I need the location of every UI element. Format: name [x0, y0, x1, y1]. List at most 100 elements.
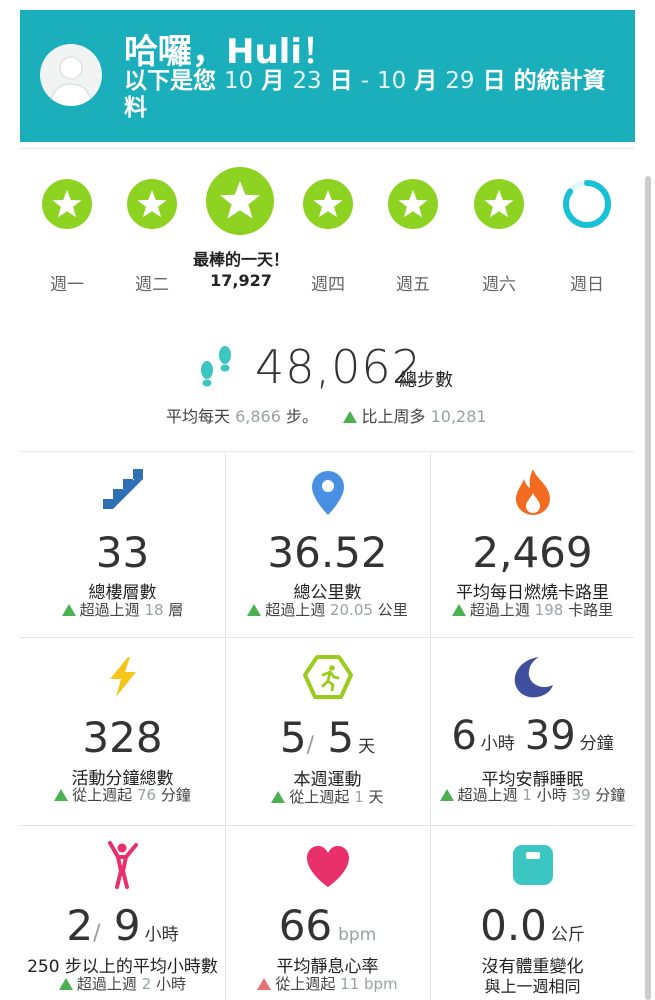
up-arrow-icon [439, 789, 454, 801]
cmp-prefix: 超過上週 [469, 601, 530, 619]
heart-rate-comparison: 從上週起 11 bpm [225, 973, 430, 994]
hourly-activity-value: 2/ 9 小時 [66, 901, 179, 950]
sleep-hours: 6 [451, 713, 477, 759]
weight-number: 0.0 [480, 901, 547, 950]
best-day-label: 最棒的一天！ 17,927 [191, 249, 291, 291]
calories-comparison: 超過上週 198 卡路里 [430, 599, 635, 620]
avg-prefix: 平均每天 [166, 407, 231, 426]
star-icon [206, 167, 274, 235]
distance-comparison: 超過上週 20.05 公里 [225, 599, 430, 620]
cmp-unit: 層 [168, 601, 184, 619]
exercise-days-count: 5 [279, 713, 307, 762]
up-arrow-icon [257, 978, 272, 990]
cmp-mid-unit: 小時 [536, 786, 567, 804]
total-steps-label: 總步數 [399, 370, 453, 391]
day-badge-thu[interactable] [303, 179, 353, 229]
greeting: 哈囉，Huli！ [124, 32, 336, 72]
weight-value: 0.0 公斤 [430, 901, 635, 950]
day-char: 日 [329, 68, 353, 94]
tile-distance[interactable]: 36.52 總公里數 超過上週 20.05 公里 [225, 451, 430, 637]
location-pin-icon [311, 471, 344, 515]
tile-calories[interactable]: 2,469 平均每日燃燒卡路里 超過上週 198 卡路里 [430, 451, 635, 637]
stairs-icon [102, 469, 143, 509]
day-label-fri: 週五 [396, 275, 430, 295]
star-icon [474, 179, 524, 229]
exercise-days-goal: 5 [327, 713, 355, 762]
active-minutes-comparison: 從上週起 76 分鐘 [20, 784, 225, 805]
avg-value: 6,866 [235, 407, 281, 426]
avg-suffix: 步。 [286, 407, 319, 426]
active-minutes-value: 328 [82, 713, 163, 762]
day-badge-sun[interactable] [562, 179, 612, 229]
exercise-days-unit: 天 [358, 737, 376, 757]
up-arrow-icon [54, 789, 69, 801]
cmp-value: 20.05 [330, 601, 373, 619]
cmp-value: 11 [340, 975, 360, 993]
tile-floors[interactable]: 33 總樓層數 超過上週 18 層 [20, 451, 225, 637]
cmp-value: 2 [141, 975, 152, 993]
cmp-unit: 公里 [377, 601, 408, 619]
month-char: 月 [261, 68, 285, 94]
cmp-value: 1 [354, 788, 364, 806]
date-range-subtitle: 以下是您 10 月 23 日 - 10 月 29 日 的統計資料 [124, 68, 624, 122]
tile-hourly-activity[interactable]: 2/ 9 小時 250 步以上的平均小時數 超過上週 2 小時 [20, 825, 225, 1000]
cmp-value: 198 [534, 601, 564, 619]
heart-rate-number: 66 [278, 901, 333, 950]
cmp-unit: bpm [364, 975, 398, 993]
user-silhouette-icon [49, 56, 93, 106]
avatar[interactable] [40, 44, 102, 106]
tile-weight[interactable]: 0.0 公斤 沒有體重變化 與上一週相同 [430, 825, 635, 1000]
steps-average-line: 平均每天 6,866 步。 比上周多 10,281 [166, 403, 487, 427]
sleep-comparison: 超過上週 1 小時 39 分鐘 [430, 784, 635, 805]
day-badge-sat[interactable] [474, 179, 524, 229]
calories-value: 2,469 [472, 528, 593, 577]
day-badge-fri[interactable] [388, 179, 438, 229]
steps-summary[interactable] [195, 342, 237, 392]
day-label-sat: 週六 [482, 275, 516, 295]
cmp-value: 10,281 [430, 407, 487, 426]
cmp-prefix: 超過上週 [265, 601, 326, 619]
heart-rate-value: 66 bpm [225, 901, 430, 950]
summary-header: 哈囉，Huli！ 以下是您 10 月 23 日 - 10 月 29 日 的統計資… [20, 10, 635, 142]
up-arrow-icon [343, 411, 358, 423]
star-icon [388, 179, 438, 229]
progress-ring-icon [563, 180, 611, 228]
month-char-2: 月 [414, 68, 438, 94]
moon-icon [514, 657, 553, 698]
divider [20, 148, 635, 149]
star-icon [42, 179, 92, 229]
start-month: 10 [224, 68, 254, 94]
scrollbar[interactable] [645, 176, 651, 1000]
up-arrow-icon [58, 978, 73, 990]
flame-icon [515, 469, 550, 515]
day-badge-wed-best[interactable] [206, 167, 274, 235]
tile-resting-heart-rate[interactable]: 66 bpm 平均靜息心率 從上週起 11 bpm [225, 825, 430, 1000]
tile-active-minutes[interactable]: 328 活動分鐘總數 從上週起 76 分鐘 [20, 637, 225, 825]
sleep-minutes-unit: 分鐘 [579, 734, 614, 754]
end-day: 29 [445, 68, 475, 94]
star-icon [127, 179, 177, 229]
best-day-steps: 17,927 [210, 271, 272, 290]
weight-comparison: 與上一週相同 [484, 977, 581, 996]
day-label-sun: 週日 [570, 275, 604, 295]
exercise-days-comparison: 從上週起 1 天 [225, 786, 430, 807]
cmp-value: 1 [522, 786, 532, 804]
star-icon [303, 179, 353, 229]
sleep-value: 6 小時 39 分鐘 [430, 713, 635, 759]
sleep-hours-unit: 小時 [480, 734, 515, 754]
footprints-icon [201, 346, 231, 387]
day-badge-tue[interactable] [127, 179, 177, 229]
cmp-unit: 分鐘 [595, 786, 626, 804]
day-badge-mon[interactable] [42, 179, 92, 229]
exercise-days-value: 5/ 5天 [279, 713, 376, 762]
person-jumping-icon [107, 841, 138, 889]
tile-sleep[interactable]: 6 小時 39 分鐘 平均安靜睡眠 超過上週 1 小時 39 分鐘 [430, 637, 635, 825]
tile-exercise-days[interactable]: 5/ 5天 本週運動 從上週起 1 天 [225, 637, 430, 825]
cmp-prefix: 從上週起 [289, 788, 350, 806]
cmp-prefix: 比上周多 [361, 407, 426, 426]
start-day: 23 [292, 68, 322, 94]
total-steps-value: 48,062 [255, 340, 422, 394]
cmp-prefix: 從上週起 [72, 786, 133, 804]
heart-icon [306, 846, 349, 887]
hourly-activity-comparison: 超過上週 2 小時 [20, 973, 225, 994]
